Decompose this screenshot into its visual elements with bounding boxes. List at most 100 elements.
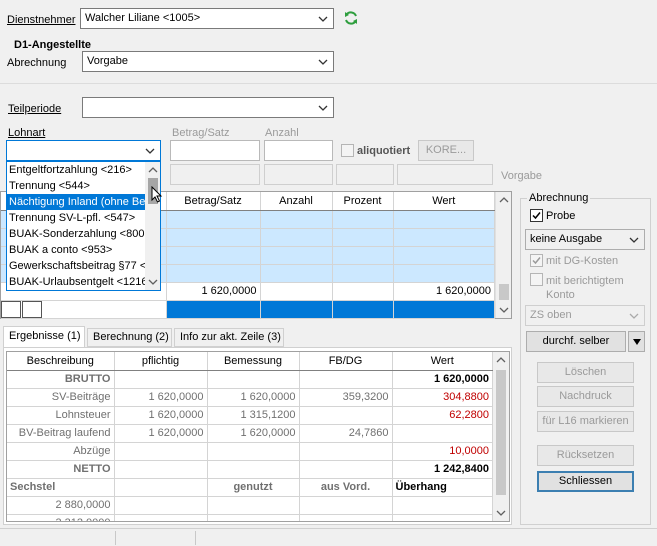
dropdown-item[interactable]: Nächtigung Inland (ohne Bele — [7, 194, 145, 210]
table-row[interactable]: BRUTTO 1 620,0000 — [7, 370, 493, 389]
ausgabe-value: keine Ausgabe — [530, 233, 603, 245]
status-divider — [115, 531, 116, 545]
dropdown-item[interactable]: BUAK a conto <953> — [7, 242, 145, 258]
tab-berechnung-label: Berechnung (2) — [93, 331, 169, 343]
l16-markieren-button[interactable]: für L16 markieren — [537, 411, 634, 432]
table-row[interactable]: 2 880,0000 — [7, 496, 493, 515]
dropdown-item[interactable]: Trennung SV-L-pfl. <547> — [7, 210, 145, 226]
cell-beschreibung: BV-Beitrag laufend — [7, 424, 115, 443]
results-scrollbar[interactable] — [493, 352, 509, 521]
dropdown-item[interactable]: BUAK-Sonderzahlung <800> — [7, 226, 145, 242]
mit-dg-kosten-checkbox[interactable] — [530, 254, 543, 267]
total-anzahl — [260, 282, 333, 301]
dropdown-items: Entgeltfortzahlung <216> Trennung <544> Nä… — [7, 162, 145, 290]
tab-berechnung[interactable]: Berechnung (2) — [87, 328, 172, 347]
dienstnehmer-combo[interactable]: Walcher Liliane <1005> — [80, 8, 334, 29]
table-row[interactable]: Abzüge 10,0000 — [7, 442, 493, 461]
cell-pflichtig: 1 620,0000 — [114, 388, 208, 407]
table-row[interactable]: NETTO 1 242,8400 — [7, 460, 493, 479]
dropdown-item[interactable]: Entgeltfortzahlung <216> — [7, 162, 145, 178]
table-row[interactable]: BV-Beitrag laufend 1 620,0000 1 620,0000 24… — [7, 424, 493, 443]
cell-bemessung: genutzt — [207, 478, 300, 497]
cell-beschreibung: BRUTTO — [7, 370, 115, 389]
cell-wert — [392, 424, 493, 443]
cell-wert — [392, 514, 493, 521]
aliquotiert-checkbox[interactable] — [341, 144, 354, 157]
zs-combo[interactable]: ZS oben — [525, 305, 645, 326]
abrechnung-panel-title: Abrechnung — [527, 192, 591, 204]
abrechnung-label: Abrechnung — [7, 57, 67, 69]
upper-grid-scrollbar[interactable] — [495, 192, 511, 318]
cell-pflichtig — [114, 370, 208, 389]
new-row[interactable] — [1, 300, 495, 319]
abrechnung-combo[interactable]: Vorgabe — [82, 51, 334, 72]
anzahl-input[interactable] — [264, 140, 333, 161]
col-wert[interactable]: Wert — [392, 352, 493, 371]
chevron-down-icon — [143, 143, 157, 158]
cell-bemessung — [207, 442, 300, 461]
cell-pflichtig — [114, 514, 208, 521]
kore-button[interactable]: KORE... — [418, 140, 474, 161]
dienstnehmer-label: Dienstnehmer — [7, 14, 76, 26]
cell-pflichtig — [114, 478, 208, 497]
col-bemessung[interactable]: Bemessung — [207, 352, 300, 371]
col-fbdg[interactable]: FB/DG — [299, 352, 393, 371]
nachdruck-button[interactable]: Nachdruck — [537, 386, 634, 407]
cell-wert: 10,0000 — [392, 442, 493, 461]
tab-strip: Ergebnisse (1) Berechnung (2) Info zur a… — [0, 326, 512, 348]
refresh-icon[interactable] — [343, 10, 359, 29]
lohnart-dropdown-list[interactable]: Entgeltfortzahlung <216> Trennung <544> Nä… — [6, 161, 161, 291]
table-row[interactable]: 3 312,0000 — [7, 514, 493, 521]
results-grid-frame: Beschreibung pflichtig Bemessung FB/DG W… — [6, 351, 510, 522]
durchf-selber-button[interactable]: durchf. selber — [526, 331, 626, 352]
chevron-down-icon — [316, 100, 330, 115]
table-row[interactable]: SV-Beiträge 1 620,0000 1 620,0000 359,3200 3… — [7, 388, 493, 407]
col-pflichtig[interactable]: pflichtig — [114, 352, 208, 371]
cell-bemessung: 1 315,1200 — [207, 406, 300, 425]
lohnart-combo[interactable] — [6, 140, 161, 161]
cell-fbdg: aus Vord. — [299, 478, 393, 497]
disabled-field-2 — [264, 164, 333, 185]
cell-wert: 1 242,8400 — [392, 460, 493, 479]
col-anzahl[interactable]: Anzahl — [260, 192, 333, 211]
cell-bemessung: 1 620,0000 — [207, 388, 300, 407]
table-row[interactable]: Lohnsteuer 1 620,0000 1 315,1200 62,2800 — [7, 406, 493, 425]
vorgabe-label: Vorgabe — [501, 170, 542, 182]
cell-pflichtig: 1 620,0000 — [114, 406, 208, 425]
col-betrag-satz[interactable]: Betrag/Satz — [166, 192, 261, 211]
total-wert: 1 620,0000 — [393, 282, 495, 301]
dropdown-item[interactable]: Gewerkschaftsbeitrag §77 < — [7, 258, 145, 274]
mouse-cursor-icon — [151, 185, 163, 207]
cell-pflichtig: 1 620,0000 — [114, 424, 208, 443]
tab-info-akt-zeile[interactable]: Info zur akt. Zeile (3) — [174, 328, 284, 347]
durchf-dropdown-button[interactable] — [628, 331, 645, 352]
ausgabe-combo[interactable]: keine Ausgabe — [525, 229, 645, 250]
cell-bemessung — [207, 460, 300, 479]
dropdown-item[interactable]: BUAK-Urlaubsentgelt <1216 — [7, 274, 145, 290]
employee-type: D1-Angestellte — [14, 39, 92, 51]
loeschen-button[interactable]: Löschen — [537, 362, 634, 383]
results-grid: Beschreibung pflichtig Bemessung FB/DG W… — [7, 352, 493, 521]
teilperiode-combo[interactable] — [82, 97, 334, 118]
cell-bemessung: 1 620,0000 — [207, 424, 300, 443]
cell-fbdg: 24,7860 — [299, 424, 393, 443]
status-divider — [195, 531, 196, 545]
col-prozent[interactable]: Prozent — [332, 192, 394, 211]
mit-berichtigtem-konto-checkbox[interactable] — [530, 273, 543, 286]
col-wert[interactable]: Wert — [393, 192, 495, 211]
results-panel: Beschreibung pflichtig Bemessung FB/DG W… — [3, 347, 512, 525]
cell-bemessung — [207, 370, 300, 389]
cell-beschreibung: 3 312,0000 — [7, 514, 115, 521]
cell-pflichtig — [114, 460, 208, 479]
probe-checkbox[interactable] — [530, 209, 543, 222]
dropdown-item[interactable]: Trennung <544> — [7, 178, 145, 194]
tab-ergebnisse[interactable]: Ergebnisse (1) — [3, 326, 85, 348]
schliessen-button[interactable]: Schliessen — [537, 471, 634, 492]
betrag-satz-input[interactable] — [170, 140, 260, 161]
cell-beschreibung: Abzüge — [7, 442, 115, 461]
table-row[interactable]: Sechstel genutzt aus Vord. Überhang — [7, 478, 493, 497]
betrag-satz-label: Betrag/Satz — [172, 127, 230, 139]
col-beschreibung[interactable]: Beschreibung — [7, 352, 115, 371]
dropdown-scrollbar[interactable] — [145, 162, 160, 290]
ruecksetzen-button[interactable]: Rücksetzen — [537, 445, 634, 466]
